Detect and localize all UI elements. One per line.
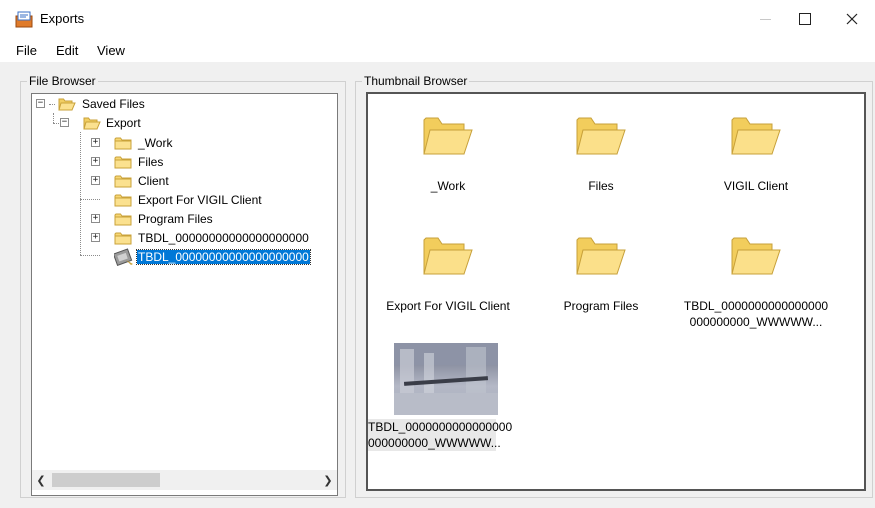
file-tree[interactable]: − Saved Files − Export + _Work + Files +…	[31, 93, 338, 496]
close-button[interactable]	[829, 0, 875, 38]
thumbnail-caption: Files	[588, 179, 614, 193]
tree-item-tbdl-folder[interactable]: + TBDL_00000000000000000000	[32, 229, 332, 247]
thumbnail-browser-legend: Thumbnail Browser	[362, 74, 470, 88]
menu-edit[interactable]: Edit	[56, 43, 78, 58]
video-file-icon	[114, 248, 133, 266]
thumbnail-caption-line1: TBDL_0000000000000000	[368, 419, 513, 435]
scroll-thumb[interactable]	[52, 473, 160, 487]
tree-label: Files	[138, 155, 164, 169]
thumbnail-caption: Program Files	[563, 299, 639, 313]
folder-icon	[423, 237, 473, 275]
folder-icon	[114, 213, 132, 226]
thumbnail-caption-line2: 000000000_WWWWW...	[368, 435, 501, 451]
folder-icon	[423, 117, 473, 155]
folder-open-icon	[58, 98, 76, 111]
video-thumbnail	[394, 343, 498, 415]
tree-item-export[interactable]: − Export	[32, 114, 332, 132]
tree-item-client[interactable]: + Client	[32, 172, 332, 190]
thumbnail-item[interactable]: Files	[521, 112, 681, 194]
window-title: Exports	[40, 11, 85, 26]
file-browser-legend: File Browser	[27, 74, 98, 88]
folder-icon	[576, 237, 626, 275]
thumbnail-caption: VIGIL Client	[723, 179, 789, 193]
folder-open-icon	[83, 117, 101, 130]
expand-icon[interactable]: +	[91, 233, 100, 242]
tree-label: Export For VIGIL Client	[138, 193, 262, 207]
tree-item-work[interactable]: + _Work	[32, 134, 332, 152]
tree-label: Export	[106, 116, 141, 130]
tree-label: Client	[138, 174, 169, 188]
minimize-icon	[759, 18, 771, 20]
menu-file[interactable]: File	[16, 43, 37, 58]
thumbnail-item[interactable]: TBDL_0000000000000000 000000000_WWWWW...	[676, 232, 836, 330]
exports-app-icon	[15, 11, 33, 28]
folder-icon	[114, 194, 132, 207]
folder-icon	[114, 156, 132, 169]
scroll-left-button[interactable]: ❮	[32, 470, 50, 490]
folder-icon	[576, 117, 626, 155]
folder-icon	[731, 237, 781, 275]
thumbnail-item[interactable]: Program Files	[521, 232, 681, 314]
tree-label: Program Files	[138, 212, 213, 226]
expand-icon[interactable]: +	[91, 138, 100, 147]
tree-label: TBDL_00000000000000000000	[138, 231, 309, 245]
tree-item-tbdl-video[interactable]: TBDL_00000000000000000000	[32, 248, 332, 266]
thumbnail-item[interactable]: VIGIL Client	[676, 112, 836, 194]
close-icon	[846, 13, 858, 25]
menu-view[interactable]: View	[97, 43, 125, 58]
folder-icon	[114, 137, 132, 150]
tree-item-export-for-vigil-client[interactable]: Export For VIGIL Client	[32, 191, 332, 209]
expand-icon[interactable]: +	[91, 157, 100, 166]
chevron-left-icon: ❮	[36, 474, 46, 487]
folder-icon	[114, 232, 132, 245]
thumbnail-caption: _Work	[430, 179, 466, 193]
menu-bar: File Edit View	[0, 38, 875, 62]
maximize-icon	[799, 13, 811, 25]
expand-icon[interactable]: +	[91, 176, 100, 185]
thumbnail-item[interactable]: Export For VIGIL Client	[368, 232, 528, 314]
thumbnail-item[interactable]: _Work	[368, 112, 528, 194]
folder-icon	[731, 117, 781, 155]
maximize-button[interactable]	[782, 0, 828, 38]
thumbnail-view[interactable]: _Work Files VIGIL Client Export For VIGI…	[366, 92, 866, 491]
tree-item-files[interactable]: + Files	[32, 153, 332, 171]
collapse-icon[interactable]: −	[36, 99, 45, 108]
folder-icon	[114, 175, 132, 188]
tree-item-saved-files[interactable]: − Saved Files	[32, 95, 332, 113]
tree-item-program-files[interactable]: + Program Files	[32, 210, 332, 228]
expand-icon[interactable]: +	[91, 214, 100, 223]
scroll-right-button[interactable]: ❯	[319, 470, 337, 490]
horizontal-scrollbar[interactable]: ❮ ❯	[32, 470, 337, 490]
collapse-icon[interactable]: −	[60, 118, 69, 127]
chevron-right-icon: ❯	[323, 474, 333, 487]
thumbnail-caption-line1: TBDL_0000000000000000	[683, 299, 829, 313]
title-bar: Exports	[0, 0, 875, 38]
thumbnail-caption-line2: 000000000_WWWWW...	[689, 315, 823, 329]
tree-label-selected: TBDL_00000000000000000000	[136, 249, 311, 265]
thumbnail-caption: Export For VIGIL Client	[386, 299, 510, 313]
tree-label: _Work	[138, 136, 173, 150]
tree-label: Saved Files	[82, 97, 145, 111]
